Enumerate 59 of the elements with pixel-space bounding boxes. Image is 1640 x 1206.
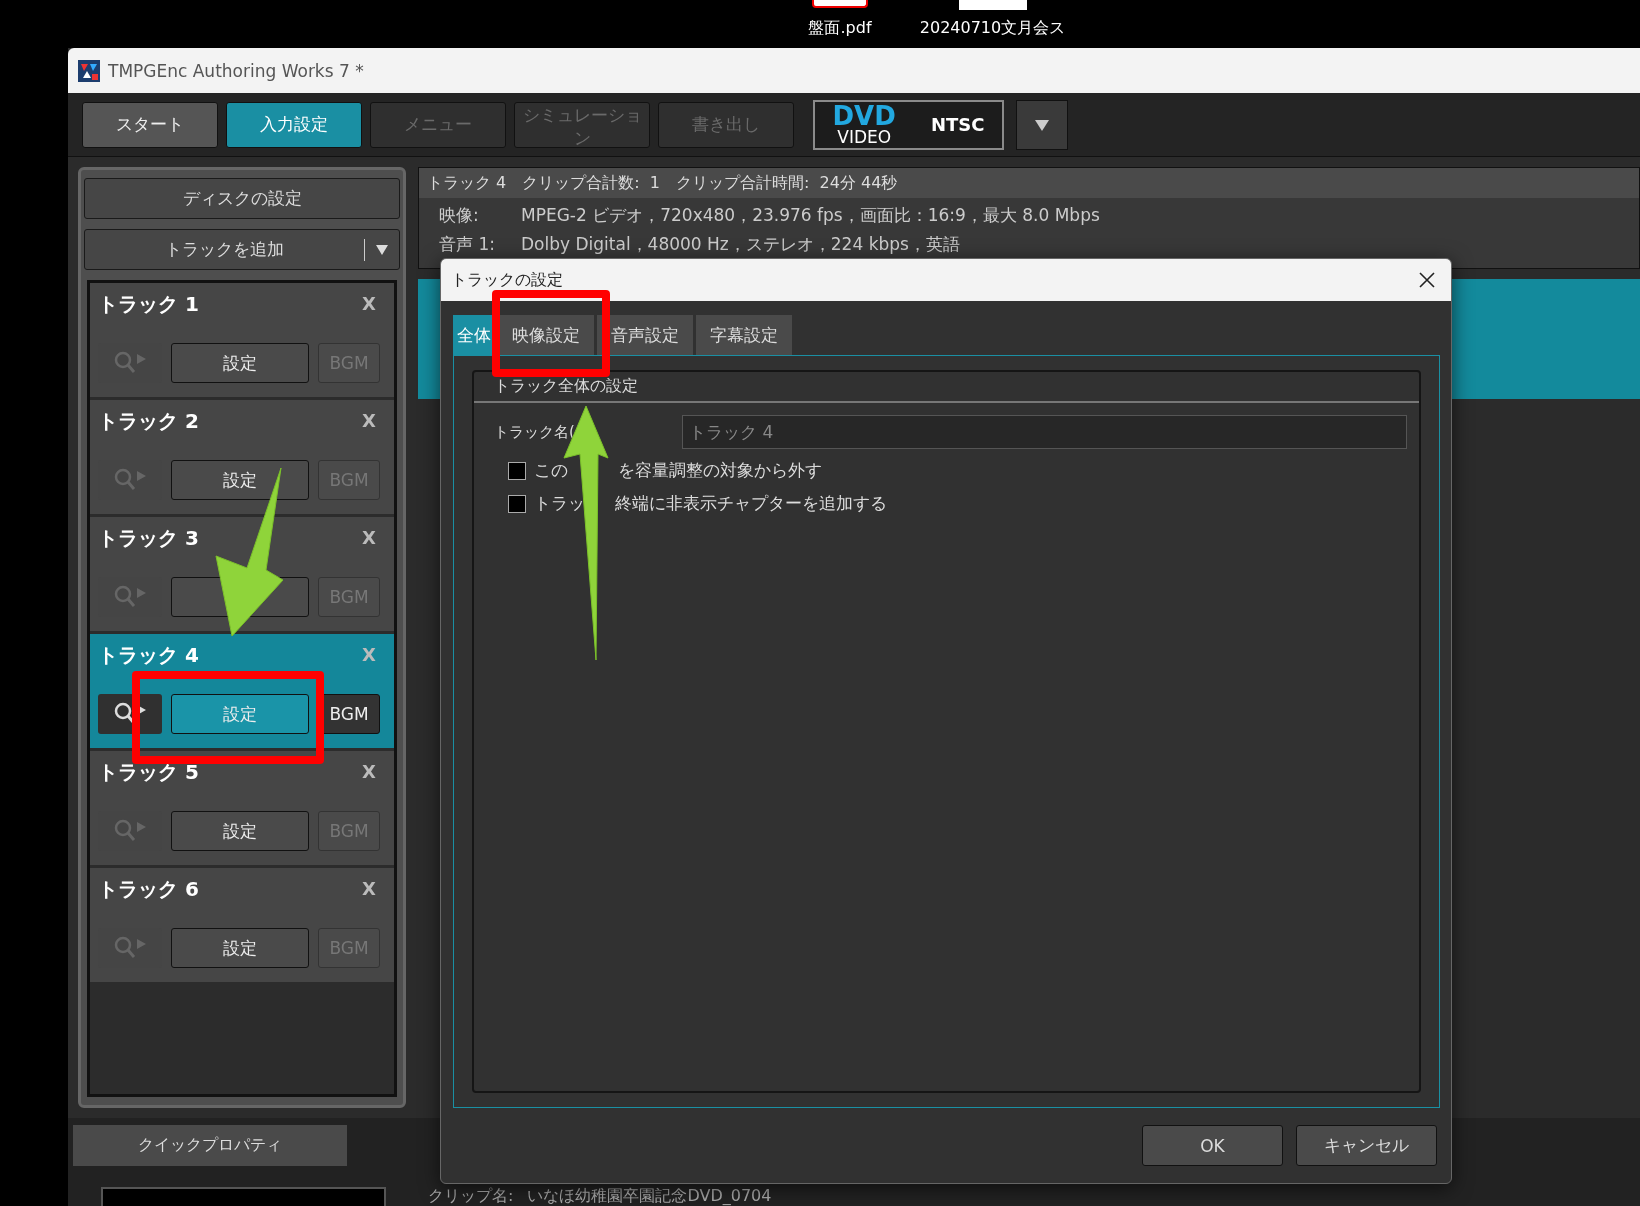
stream-details: Dolby Digital，48000 Hz，ステレオ，224 kbps，英語 [521, 233, 960, 256]
stream-label: 映像: [439, 204, 480, 227]
disc-subtype: VIDEO [837, 129, 892, 146]
dialog-title: トラックの設定 [451, 269, 563, 291]
track-title: トラック 5 [98, 759, 199, 786]
clip-name: いなほ幼稚園卒園記念DVD_0704 [527, 1186, 772, 1206]
close-button[interactable]: X [362, 293, 376, 314]
settings-tab[interactable]: 全体 [453, 315, 495, 355]
step-tab[interactable]: スタート [82, 101, 218, 148]
clip-name-label: クリップ名: [428, 1186, 514, 1206]
track-card[interactable]: トラック 4 X 設定 BGM [90, 634, 394, 748]
field-label: トラック名( [494, 422, 575, 441]
app-logo-icon [78, 59, 100, 82]
track-title: トラック 6 [98, 876, 199, 903]
dialog-button[interactable]: キャンセル [1296, 1125, 1437, 1166]
checkbox-label: この [534, 459, 568, 482]
disc-type: DVD [832, 103, 896, 129]
checkbox[interactable] [508, 461, 526, 480]
checkbox-label: を容量調整の対象から外す [618, 459, 822, 482]
track-summary: トラック 4 [427, 172, 507, 194]
track-name-field[interactable]: トラック 4 [682, 415, 1407, 449]
track-settings-button[interactable]: 設定 [171, 343, 309, 383]
stream-label: 音声 1: [439, 233, 496, 256]
checkbox[interactable] [508, 494, 526, 513]
track-summary: クリップ合計数: 1 [522, 172, 660, 194]
group-title: トラック全体の設定 [494, 376, 638, 395]
track-title: トラック 1 [98, 291, 199, 318]
checkbox-label: トラッ [534, 492, 585, 515]
video-standard: NTSC [930, 114, 985, 135]
pdf-file-icon[interactable] [812, 0, 868, 8]
quick-properties-tab[interactable]: クイックプロパティ [73, 1125, 347, 1166]
disc-settings-button[interactable]: ディスクの設定 [84, 178, 400, 219]
track-title: トラック 4 [98, 642, 199, 669]
file-name: 盤面.pdf [808, 18, 872, 39]
settings-tab[interactable]: 音声設定 [597, 315, 693, 355]
checkbox-label: 終端に非表示チャプターを追加する [615, 492, 887, 515]
close-icon[interactable] [1417, 270, 1437, 290]
track-settings-button[interactable]: 設定 [171, 811, 309, 851]
caret-icon [375, 243, 389, 256]
track-settings-button[interactable]: 設定 [171, 928, 309, 968]
disc-format-badge[interactable]: DVD VIDEO NTSC [813, 99, 1004, 150]
format-dropdown[interactable] [1016, 99, 1068, 150]
settings-tab[interactable]: 字幕設定 [696, 315, 792, 355]
add-track-button[interactable]: トラックを追加 [84, 229, 400, 270]
window-title: TMPGEnc Authoring Works 7 * [108, 60, 364, 81]
caret-icon [1034, 117, 1050, 132]
dialog-button[interactable]: OK [1142, 1125, 1283, 1166]
stream-details: MPEG-2 ビデオ，720x480，23.976 fps，画面比：16:9，最大 8.0 Mbps [521, 204, 1100, 227]
track-summary: クリップ合計時間: 24分 44秒 [676, 172, 898, 194]
track-settings-button[interactable]: 設定 [171, 460, 309, 500]
close-button[interactable]: X [362, 410, 376, 431]
step-tab[interactable]: 入力設定 [226, 101, 362, 148]
close-button[interactable]: X [362, 527, 376, 548]
close-button[interactable]: X [362, 761, 376, 782]
track-title: トラック 2 [98, 408, 199, 435]
file-name: 20240710文月会ス [919, 18, 1066, 39]
settings-tab[interactable]: 映像設定 [498, 315, 594, 355]
close-button[interactable]: X [362, 878, 376, 899]
track-title: トラック 3 [98, 525, 199, 552]
